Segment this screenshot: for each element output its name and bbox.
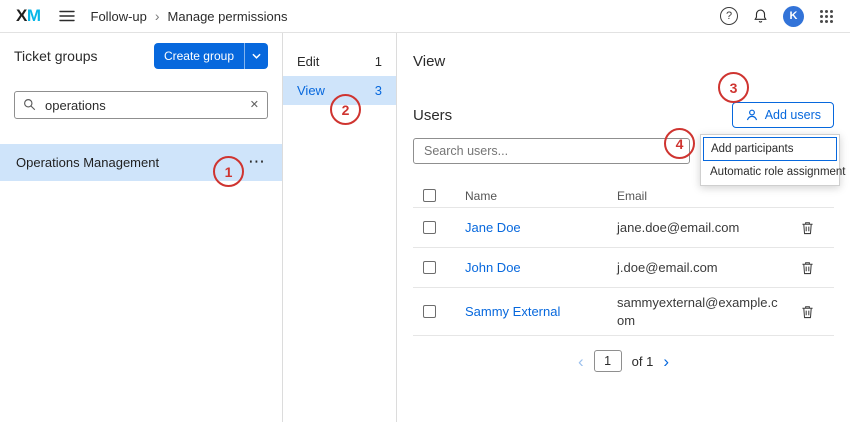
- apps-grid-icon[interactable]: [819, 9, 834, 24]
- tab-edit-label: Edit: [297, 54, 319, 69]
- top-bar-actions: ? K: [720, 6, 834, 27]
- users-table-header: Name Email: [413, 184, 834, 208]
- table-row: Sammy External sammyexternal@example.com: [413, 288, 834, 336]
- logo-letter-x: X: [16, 6, 27, 26]
- ticket-groups-panel: Ticket groups Create group ✕ Operations …: [0, 33, 283, 422]
- panel-title: Ticket groups: [14, 48, 98, 64]
- chevron-down-icon: [252, 53, 261, 59]
- menu-item-automatic-role-assignment[interactable]: Automatic role assignment: [703, 161, 837, 183]
- permission-tabs-panel: Edit 1 View 3: [283, 33, 397, 422]
- user-avatar[interactable]: K: [783, 6, 804, 27]
- menu-item-add-participants[interactable]: Add participants: [703, 137, 837, 161]
- select-row-checkbox[interactable]: [423, 305, 436, 318]
- delete-user-button[interactable]: [793, 305, 814, 319]
- delete-user-button[interactable]: [793, 221, 814, 235]
- ticket-groups-header: Ticket groups Create group: [14, 43, 268, 69]
- create-group-dropdown-button[interactable]: [244, 43, 268, 69]
- clear-search-icon[interactable]: ✕: [250, 98, 259, 111]
- add-users-dropdown-menu: Add participants Automatic role assignme…: [700, 134, 840, 186]
- page-title: View: [413, 53, 834, 70]
- column-header-email: Email: [617, 189, 793, 203]
- column-header-name: Name: [465, 189, 617, 203]
- logo-letter-m: M: [27, 6, 41, 26]
- add-users-label: Add users: [765, 108, 821, 122]
- create-group-button[interactable]: Create group: [154, 43, 244, 69]
- tab-view-label: View: [297, 83, 325, 98]
- xm-logo: X M: [16, 6, 41, 26]
- user-name-link[interactable]: Jane Doe: [465, 220, 617, 235]
- top-bar: X M Follow-up › Manage permissions ? K: [0, 0, 850, 33]
- annotation-circle-4: 4: [664, 128, 695, 159]
- view-detail-panel: View Users Add users Name Email: [397, 33, 850, 422]
- table-row: John Doe j.doe@email.com: [413, 248, 834, 288]
- user-email: jane.doe@email.com: [617, 213, 779, 243]
- group-name-label: Operations Management: [16, 155, 159, 170]
- user-name-link[interactable]: Sammy External: [465, 304, 617, 319]
- user-email: j.doe@email.com: [617, 253, 779, 283]
- users-search-input[interactable]: [413, 138, 690, 164]
- breadcrumb-item-followup[interactable]: Follow-up: [91, 9, 147, 24]
- select-row-checkbox[interactable]: [423, 221, 436, 234]
- trash-icon: [801, 261, 814, 275]
- search-icon: [23, 98, 36, 111]
- users-section-title: Users: [413, 107, 452, 124]
- page-number-input[interactable]: 1: [594, 350, 622, 372]
- pagination: ‹ 1 of 1 ›: [413, 350, 834, 372]
- add-users-button[interactable]: Add users: [732, 102, 834, 128]
- trash-icon: [801, 221, 814, 235]
- next-page-icon[interactable]: ›: [663, 353, 669, 370]
- breadcrumb: Follow-up › Manage permissions: [91, 9, 288, 24]
- table-row: Jane Doe jane.doe@email.com: [413, 208, 834, 248]
- person-icon: [745, 108, 759, 122]
- help-icon[interactable]: ?: [720, 7, 738, 25]
- users-table: Name Email Jane Doe jane.doe@email.com J…: [413, 184, 834, 336]
- users-header-row: Users Add users: [413, 102, 834, 128]
- breadcrumb-separator-icon: ›: [155, 9, 160, 23]
- tab-view-count: 3: [375, 83, 382, 98]
- user-name-link[interactable]: John Doe: [465, 260, 617, 275]
- tab-edit[interactable]: Edit 1: [283, 47, 396, 76]
- user-email: sammyexternal@example.com: [617, 288, 779, 335]
- breadcrumb-item-manage-permissions: Manage permissions: [168, 9, 288, 24]
- tab-edit-count: 1: [375, 54, 382, 69]
- select-all-checkbox[interactable]: [423, 189, 436, 202]
- group-search: ✕: [14, 91, 268, 119]
- annotation-circle-1: 1: [213, 156, 244, 187]
- annotation-circle-2: 2: [330, 94, 361, 125]
- users-search: [413, 138, 690, 164]
- hamburger-menu-icon[interactable]: [59, 9, 75, 23]
- page-count-label: of 1: [632, 354, 654, 369]
- delete-user-button[interactable]: [793, 261, 814, 275]
- manage-permissions-page: X M Follow-up › Manage permissions ? K: [0, 0, 850, 422]
- previous-page-icon[interactable]: ‹: [578, 353, 584, 370]
- trash-icon: [801, 305, 814, 319]
- create-group-split-button: Create group: [154, 43, 268, 69]
- select-row-checkbox[interactable]: [423, 261, 436, 274]
- annotation-circle-3: 3: [718, 72, 749, 103]
- more-options-icon[interactable]: ⋯: [248, 157, 266, 167]
- group-search-input[interactable]: [14, 91, 268, 119]
- notifications-bell-icon[interactable]: [753, 8, 768, 24]
